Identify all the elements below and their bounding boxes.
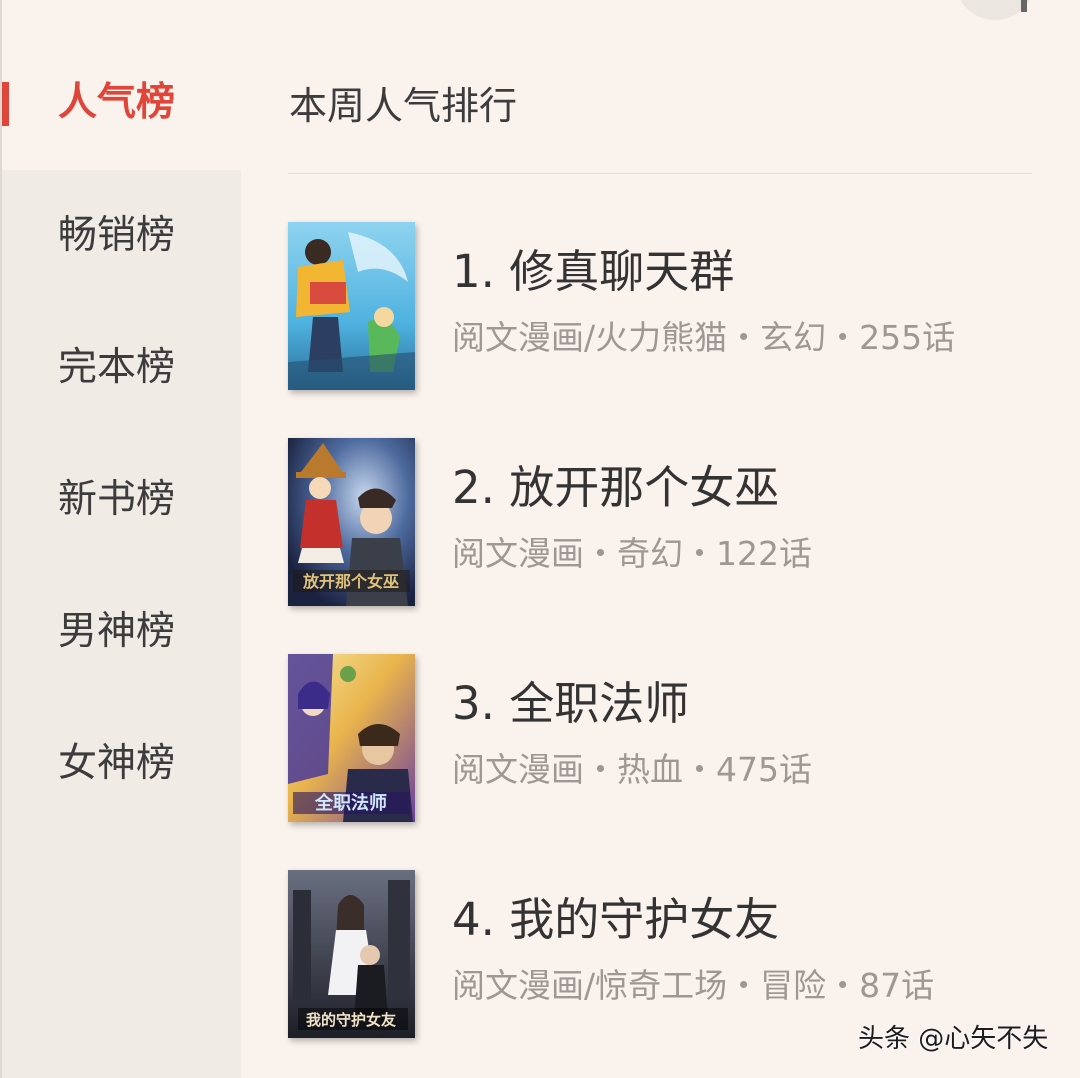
comic-cover-image[interactable] (288, 222, 415, 390)
sidebar-item-completed[interactable]: 完本榜 (2, 302, 241, 434)
comic-meta: 阅文漫画・奇幻・122话 (452, 534, 812, 573)
comic-cover-image[interactable]: 全职法师 (288, 654, 415, 822)
comic-cover-image[interactable]: 放开那个女巫 (288, 438, 415, 606)
comic-title: 2. 放开那个女巫 (452, 461, 780, 514)
sidebar-item-new[interactable]: 新书榜 (2, 434, 241, 566)
top-circle-button[interactable] (955, 0, 1035, 20)
comic-title: 4. 我的守护女友 (452, 893, 780, 946)
cover-title-text: 放开那个女巫 (302, 572, 399, 591)
comic-meta: 阅文漫画/火力熊猫・玄幻・255话 (452, 318, 956, 357)
sidebar-item-popularity[interactable]: 人气榜 (2, 37, 241, 169)
ranking-item-1[interactable]: 1. 修真聊天群 阅文漫画/火力熊猫・玄幻・255话 (288, 222, 1048, 392)
divider (288, 173, 1032, 174)
cover-title-text: 我的守护女友 (306, 1011, 396, 1029)
watermark: 头条 @心矢不失 (858, 1024, 1049, 1054)
cover-title-text: 全职法师 (314, 792, 387, 814)
comic-cover-image[interactable]: 我的守护女友 (288, 870, 415, 1038)
page-title: 本周人气排行 (289, 84, 518, 128)
sidebar-item-bestseller[interactable]: 畅销榜 (2, 170, 241, 302)
comic-title: 1. 修真聊天群 (452, 245, 735, 298)
ranking-item-2[interactable]: 放开那个女巫 2. 放开那个女巫 阅文漫画・奇幻・122话 (288, 438, 1048, 608)
comic-title: 3. 全职法师 (452, 677, 690, 730)
ranking-item-4[interactable]: 我的守护女友 4. 我的守护女友 阅文漫画/惊奇工场・冒险・87话 (288, 870, 1048, 1040)
sidebar: 人气榜 畅销榜 完本榜 新书榜 男神榜 女神榜 (2, 0, 241, 1078)
sidebar-item-male[interactable]: 男神榜 (2, 566, 241, 698)
comic-meta: 阅文漫画・热血・475话 (452, 750, 812, 789)
comic-meta: 阅文漫画/惊奇工场・冒险・87话 (452, 966, 935, 1005)
sidebar-item-female[interactable]: 女神榜 (2, 698, 241, 830)
ranking-item-3[interactable]: 全职法师 3. 全职法师 阅文漫画・热血・475话 (288, 654, 1048, 824)
